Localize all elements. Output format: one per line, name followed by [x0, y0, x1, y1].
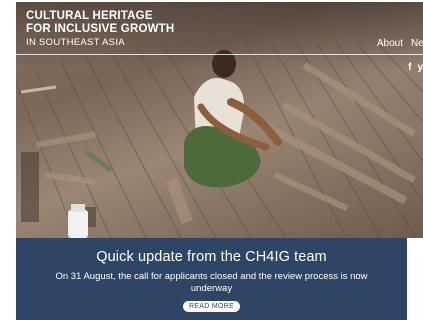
nav-about[interactable]: About [377, 38, 403, 49]
read-more-button[interactable]: READ MORE [182, 301, 241, 312]
logo-line-2: FOR INCLUSIVE GROWTH [26, 23, 175, 35]
header-divider [16, 54, 423, 55]
feature-title: Quick update from the CH4IG team [96, 249, 327, 265]
water-bottle [68, 204, 88, 238]
logo-line-1: CULTURAL HERITAGE [26, 10, 153, 22]
feature-panel: Quick update from the CH4IG team On 31 A… [16, 238, 407, 320]
hero-image: CULTURAL HERITAGE FOR INCLUSIVE GROWTH I… [16, 2, 423, 238]
facebook-icon[interactable]: f [408, 62, 411, 73]
worker-figure [184, 50, 282, 188]
site-logo[interactable]: CULTURAL HERITAGE FOR INCLUSIVE GROWTH I… [26, 10, 174, 49]
twitter-icon[interactable]: y [417, 62, 423, 73]
social-links: f y [408, 62, 423, 73]
nav-news[interactable]: New [411, 38, 423, 49]
feature-body: On 31 August, the call for applicants cl… [55, 271, 368, 294]
logo-line-3: IN SOUTHEAST ASIA [26, 37, 125, 48]
main-nav: About New [377, 38, 423, 49]
